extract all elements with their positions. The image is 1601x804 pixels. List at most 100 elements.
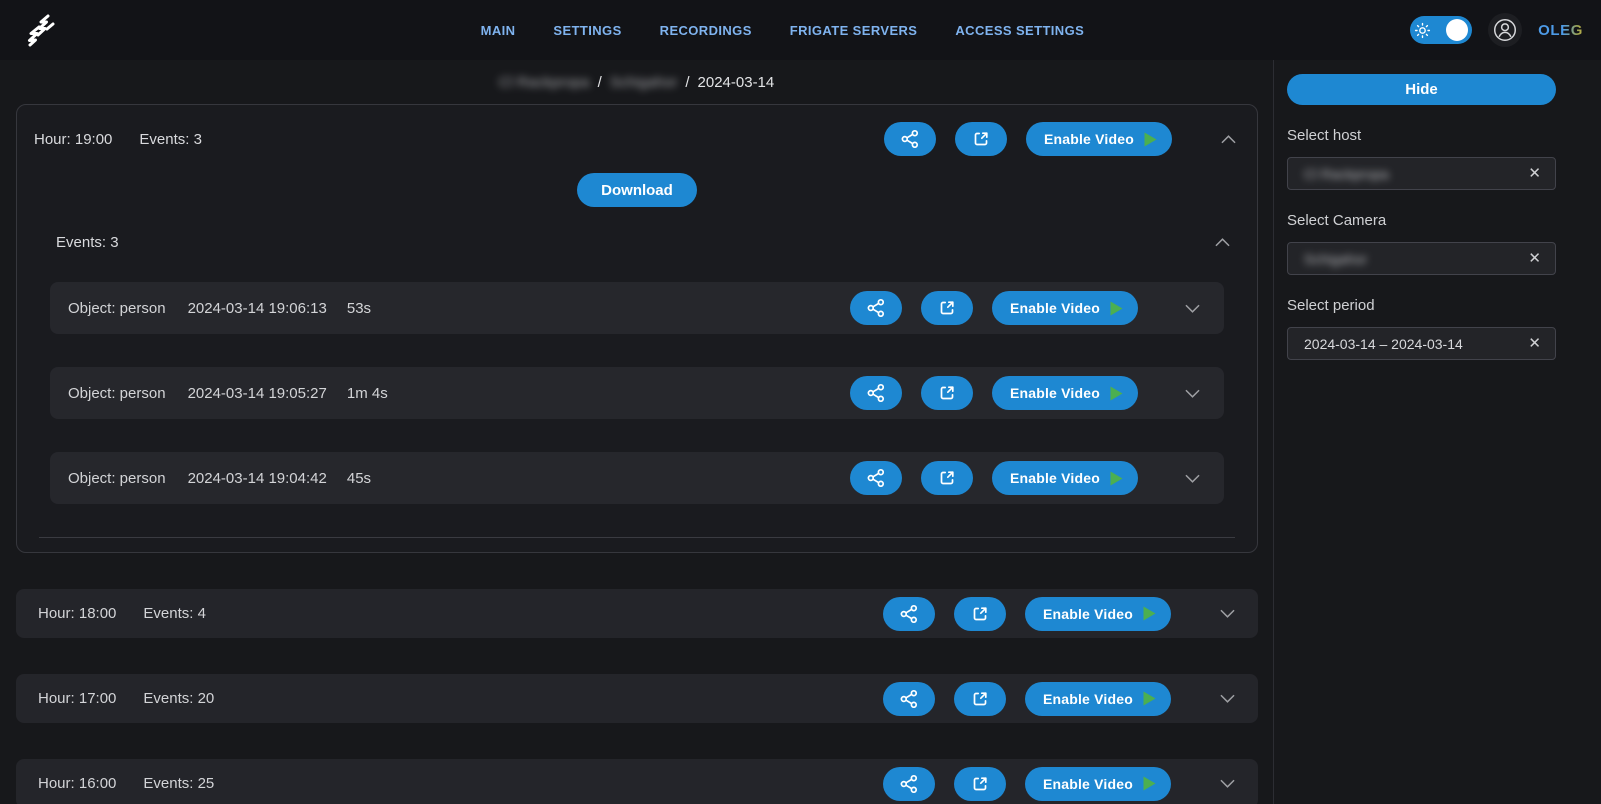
card-divider: [39, 537, 1235, 538]
camera-select[interactable]: Schigahor ✕: [1287, 242, 1556, 275]
open-external-button[interactable]: [921, 291, 973, 325]
play-icon: [1109, 300, 1124, 317]
event-object-label: Object: person: [68, 470, 166, 487]
play-icon: [1143, 131, 1158, 148]
share-button[interactable]: [883, 682, 935, 716]
event-object-label: Object: person: [68, 300, 166, 317]
hide-sidebar-button[interactable]: Hide: [1287, 74, 1556, 105]
enable-video-button[interactable]: Enable Video: [992, 291, 1138, 325]
nav-main[interactable]: MAIN: [481, 23, 516, 38]
expand-event-chevron-down[interactable]: [1181, 470, 1204, 487]
period-select[interactable]: 2024-03-14 – 2024-03-14 ✕: [1287, 327, 1556, 360]
clear-camera-icon[interactable]: ✕: [1526, 249, 1543, 268]
event-row[interactable]: Object: person 2024-03-14 19:06:13 53s E…: [50, 282, 1224, 334]
hour-label: Hour: 16:00: [38, 775, 116, 792]
share-button[interactable]: [883, 597, 935, 631]
select-period-label: Select period: [1287, 297, 1556, 314]
open-external-button[interactable]: [954, 597, 1006, 631]
enable-video-button[interactable]: Enable Video: [1025, 597, 1171, 631]
share-button[interactable]: [850, 376, 902, 410]
collapse-hour-chevron-up[interactable]: [1217, 131, 1240, 148]
enable-video-button[interactable]: Enable Video: [1025, 767, 1171, 801]
expand-hour-chevron-down[interactable]: [1216, 690, 1239, 707]
breadcrumb-separator: /: [598, 74, 602, 91]
events-section-label: Events: 3: [56, 234, 119, 251]
nav-frigate-servers[interactable]: FRIGATE SERVERS: [790, 23, 918, 38]
topbar-right: OLEG: [1410, 13, 1583, 47]
play-icon: [1142, 605, 1157, 622]
enable-video-button[interactable]: Enable Video: [992, 461, 1138, 495]
nav-recordings[interactable]: RECORDINGS: [660, 23, 752, 38]
download-button[interactable]: Download: [577, 173, 697, 207]
enable-video-label: Enable Video: [1010, 300, 1100, 316]
open-external-button[interactable]: [954, 682, 1006, 716]
event-duration: 53s: [347, 300, 371, 317]
breadcrumb: Cl Rackpropa / Schigahor / 2024-03-14: [0, 60, 1273, 104]
enable-video-label: Enable Video: [1043, 776, 1133, 792]
event-object-label: Object: person: [68, 385, 166, 402]
event-row[interactable]: Object: person 2024-03-14 19:05:27 1m 4s…: [50, 367, 1224, 419]
hour-label: Hour: 17:00: [38, 690, 116, 707]
hour-label: Hour: 18:00: [38, 605, 116, 622]
open-external-button[interactable]: [921, 461, 973, 495]
share-button[interactable]: [850, 291, 902, 325]
clear-host-icon[interactable]: ✕: [1526, 164, 1543, 183]
nav-access-settings[interactable]: ACCESS SETTINGS: [955, 23, 1084, 38]
play-icon: [1142, 775, 1157, 792]
enable-video-button[interactable]: Enable Video: [1026, 122, 1172, 156]
enable-video-label: Enable Video: [1043, 606, 1133, 622]
collapse-events-chevron-up[interactable]: [1211, 234, 1234, 251]
event-datetime: 2024-03-14 19:05:27: [188, 385, 327, 402]
enable-video-label: Enable Video: [1043, 691, 1133, 707]
hour-card-18[interactable]: Hour: 18:00 Events: 4 Enable Video: [16, 589, 1258, 638]
theme-toggle[interactable]: [1410, 16, 1472, 44]
clear-period-icon[interactable]: ✕: [1526, 334, 1543, 353]
enable-video-button[interactable]: Enable Video: [992, 376, 1138, 410]
expand-hour-chevron-down[interactable]: [1216, 775, 1239, 792]
enable-video-label: Enable Video: [1010, 470, 1100, 486]
event-duration: 1m 4s: [347, 385, 388, 402]
event-datetime: 2024-03-14 19:06:13: [188, 300, 327, 317]
hour-19-header[interactable]: Hour: 19:00 Events: 3: [34, 119, 1240, 159]
breadcrumb-camera-redacted[interactable]: Schigahor: [610, 74, 678, 91]
open-external-button[interactable]: [955, 122, 1007, 156]
play-icon: [1109, 385, 1124, 402]
toggle-knob: [1446, 19, 1468, 41]
hour-card-19-expanded: Hour: 19:00 Events: 3: [16, 104, 1258, 553]
open-external-button[interactable]: [954, 767, 1006, 801]
user-avatar[interactable]: [1488, 13, 1522, 47]
username-label: OLEG: [1538, 22, 1583, 39]
play-icon: [1142, 690, 1157, 707]
play-icon: [1109, 470, 1124, 487]
top-bar: MAIN SETTINGS RECORDINGS FRIGATE SERVERS…: [0, 0, 1601, 60]
events-count-label: Events: 3: [139, 131, 202, 148]
events-count-label: Events: 25: [143, 775, 214, 792]
camera-value-redacted: Schigahor: [1304, 251, 1367, 267]
nav-settings[interactable]: SETTINGS: [553, 23, 621, 38]
share-button[interactable]: [850, 461, 902, 495]
filter-sidebar: Hide Select host Cl Rackpropa ✕ Select C…: [1273, 60, 1601, 804]
enable-video-button[interactable]: Enable Video: [1025, 682, 1171, 716]
events-section-header[interactable]: Events: 3: [56, 227, 1234, 257]
hour-card-17[interactable]: Hour: 17:00 Events: 20 Enable Video: [16, 674, 1258, 723]
host-select[interactable]: Cl Rackpropa ✕: [1287, 157, 1556, 190]
period-value: 2024-03-14 – 2024-03-14: [1304, 336, 1463, 352]
share-button[interactable]: [884, 122, 936, 156]
select-camera-label: Select Camera: [1287, 212, 1556, 229]
host-value-redacted: Cl Rackpropa: [1304, 166, 1389, 182]
expand-event-chevron-down[interactable]: [1181, 385, 1204, 402]
breadcrumb-date: 2024-03-14: [698, 74, 775, 91]
share-button[interactable]: [883, 767, 935, 801]
event-row[interactable]: Object: person 2024-03-14 19:04:42 45s E…: [50, 452, 1224, 504]
enable-video-label: Enable Video: [1010, 385, 1100, 401]
open-external-button[interactable]: [921, 376, 973, 410]
expand-hour-chevron-down[interactable]: [1216, 605, 1239, 622]
breadcrumb-separator: /: [685, 74, 689, 91]
main-nav: MAIN SETTINGS RECORDINGS FRIGATE SERVERS…: [481, 0, 1085, 60]
events-count-label: Events: 20: [143, 690, 214, 707]
select-host-label: Select host: [1287, 127, 1556, 144]
hour-card-16[interactable]: Hour: 16:00 Events: 25 Enable Video: [16, 759, 1258, 804]
breadcrumb-host-redacted[interactable]: Cl Rackpropa: [499, 74, 590, 91]
expand-event-chevron-down[interactable]: [1181, 300, 1204, 317]
hour-label: Hour: 19:00: [34, 131, 112, 148]
